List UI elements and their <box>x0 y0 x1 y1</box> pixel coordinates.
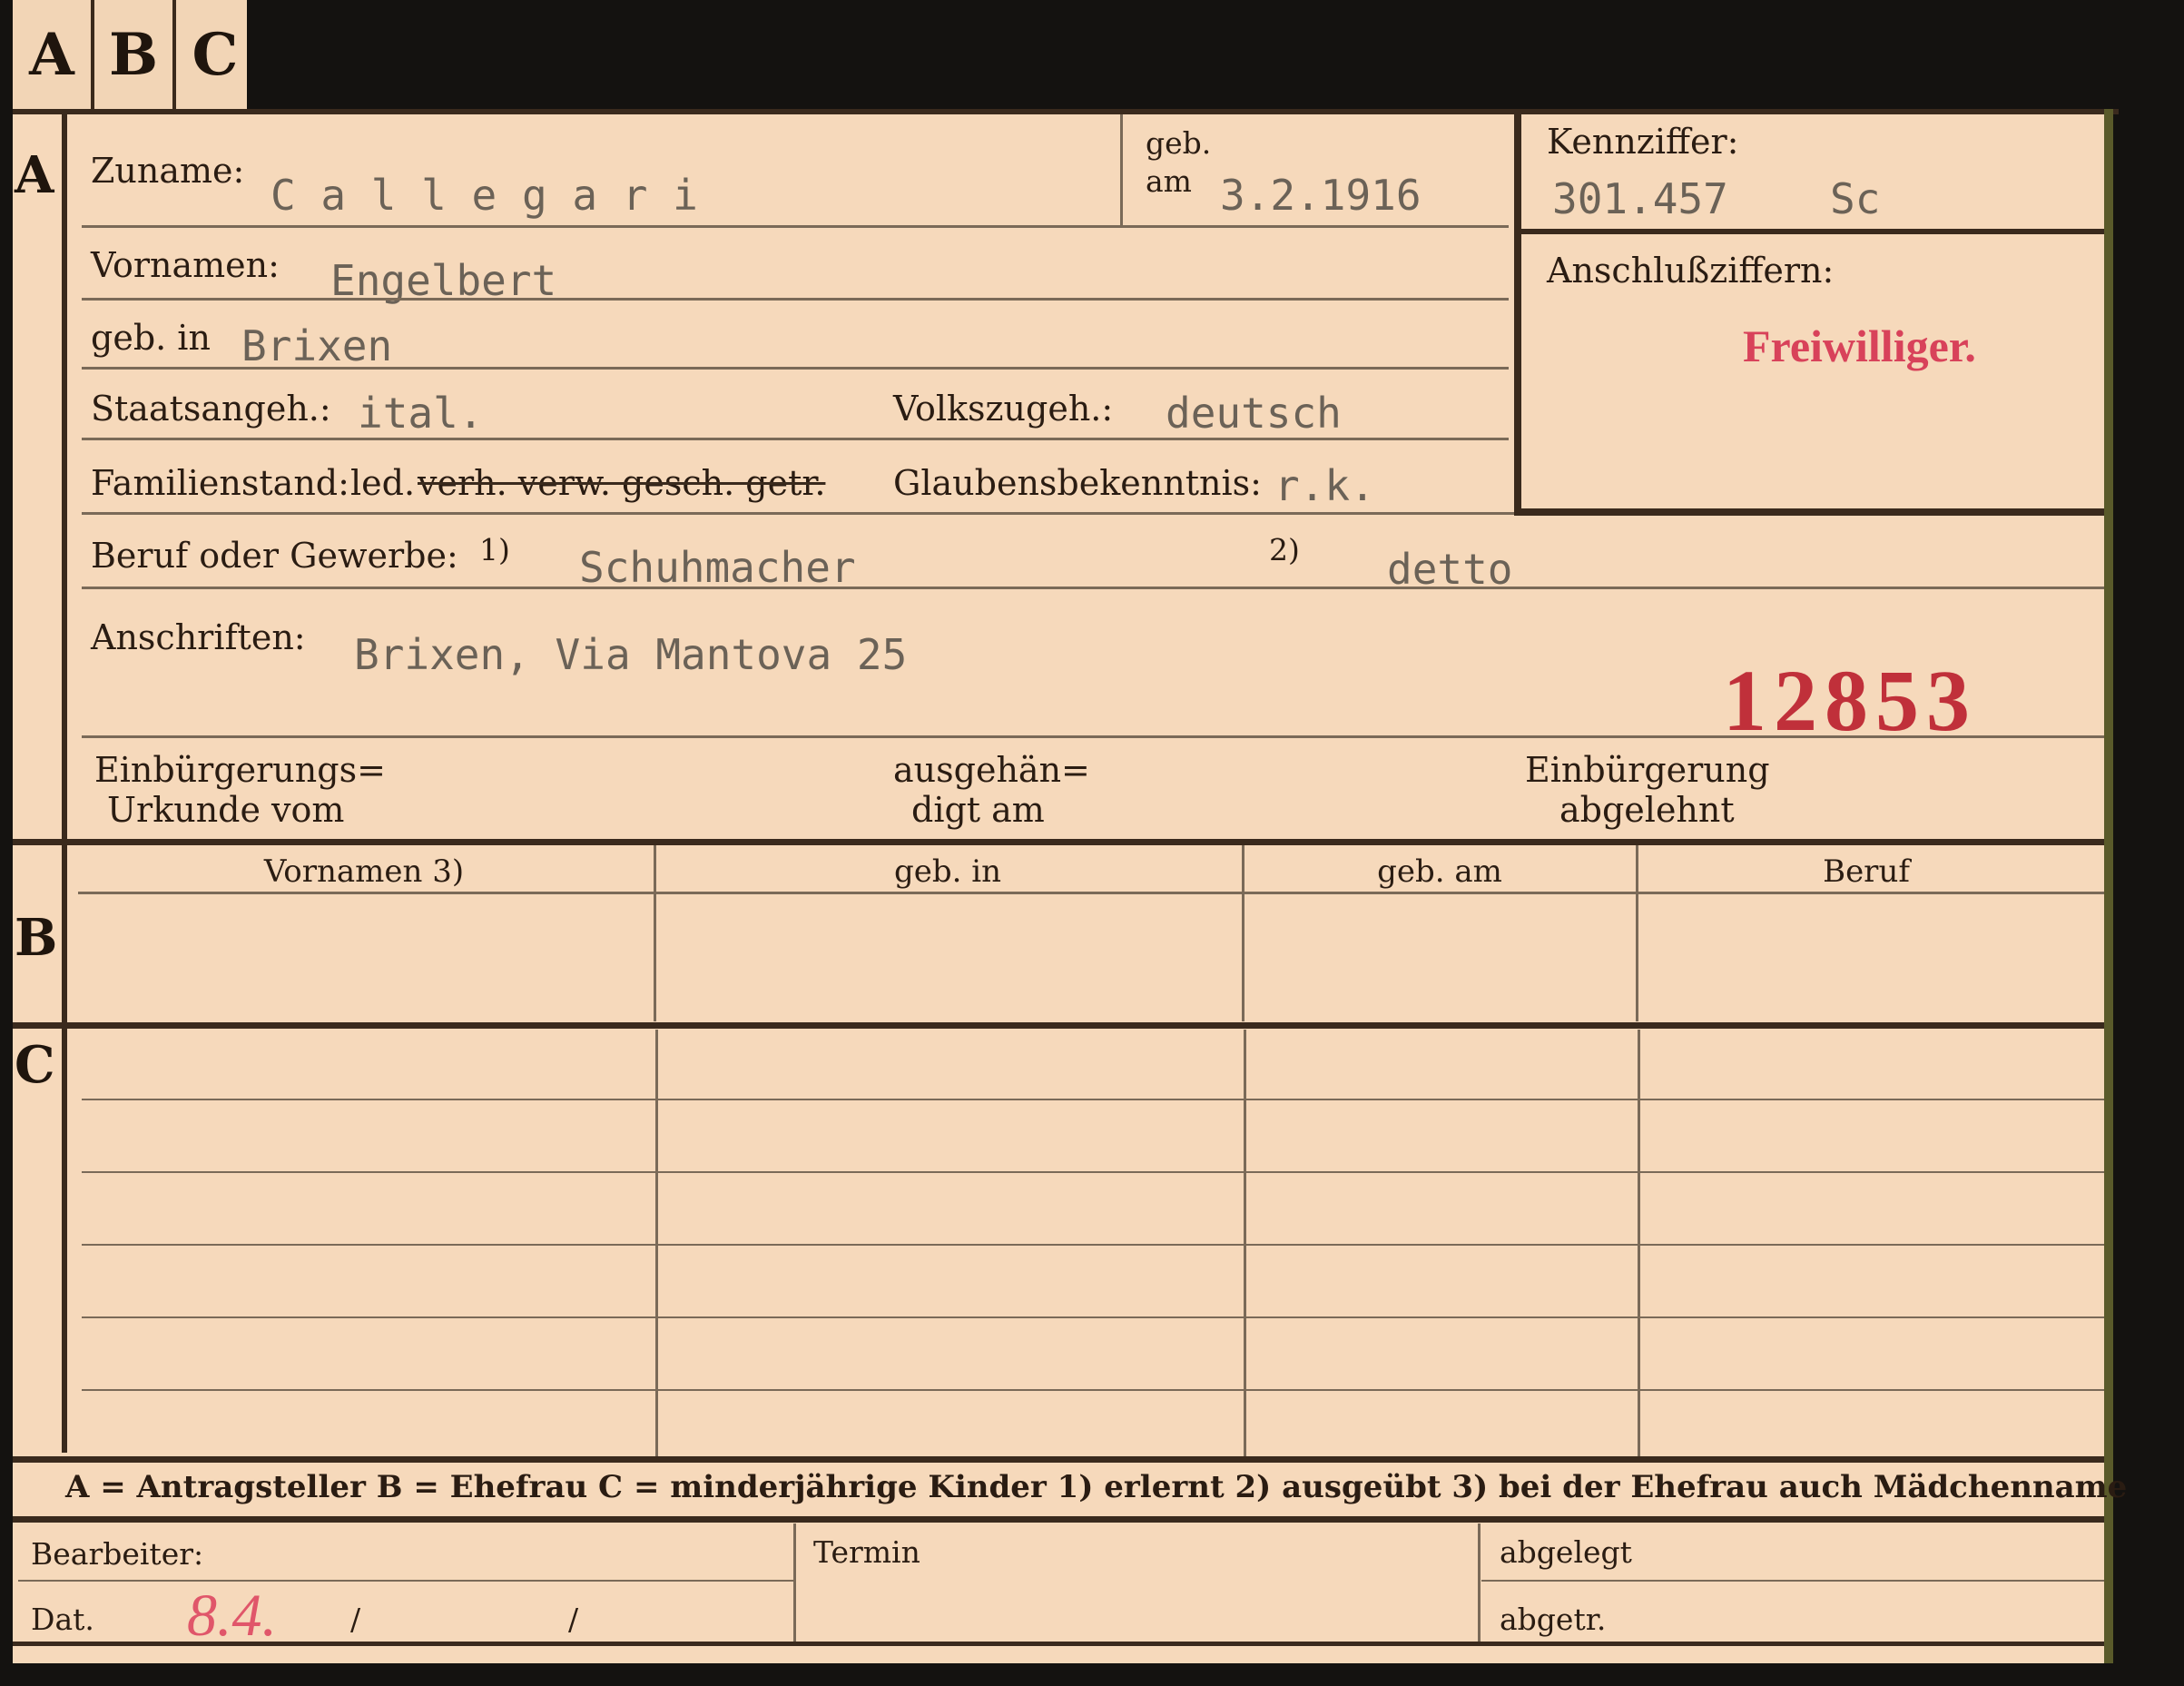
kennziffer-box-left <box>1514 114 1521 516</box>
row-rule-7 <box>82 735 2104 738</box>
col-div-2 <box>1242 845 1244 1021</box>
beruf-erlernt-value: Schuhmacher <box>579 543 856 592</box>
geb-divider <box>1120 114 1123 227</box>
section-c-letter: C <box>15 1035 55 1095</box>
section-b-letter: B <box>15 908 58 968</box>
legend-text: A = Antragsteller B = Ehefrau C = minder… <box>65 1469 2128 1505</box>
row-rule-1 <box>82 225 1509 228</box>
geb-am-value: 3.2.1916 <box>1220 171 1422 220</box>
c-col-div-1 <box>655 1030 658 1456</box>
col-div-1 <box>654 845 656 1021</box>
col-geb-am: geb. am <box>1377 853 1502 890</box>
familienstand-crossed: verh. verw. gesch. getr. <box>418 463 826 503</box>
geb-in-value: Brixen <box>241 321 393 370</box>
tab-b: B <box>94 0 176 111</box>
c-col-div-2 <box>1244 1030 1246 1456</box>
col-geb-in: geb. in <box>893 853 1002 890</box>
col-beruf: Beruf <box>1823 853 1910 890</box>
c-row-rule-5 <box>82 1389 2104 1391</box>
footer-div-2 <box>1478 1523 1481 1645</box>
volkszugeh-value: deutsch <box>1166 389 1342 438</box>
row-rule-2 <box>82 298 1509 301</box>
footer-div-1 <box>793 1523 796 1645</box>
vornamen-label: Vornamen: <box>91 245 280 285</box>
volkszugeh-label: Volkszugeh.: <box>893 389 1114 429</box>
einb-urkunde-label-1: Einbürgerungs= <box>94 750 386 790</box>
row-rule-5 <box>82 512 1514 515</box>
section-c-top-rule <box>13 1022 2104 1029</box>
am-label: am <box>1146 163 1192 199</box>
bearbeiter-label: Bearbeiter: <box>31 1536 204 1572</box>
familienstand-label: Familienstand: <box>91 463 349 503</box>
section-a-letter: A <box>15 145 54 205</box>
tab-c: C <box>192 21 239 89</box>
beruf-note-2: 2) <box>1269 532 1300 567</box>
zuname-label: Zuname: <box>91 151 245 191</box>
anschriften-label: Anschriften: <box>91 617 306 657</box>
c-row-rule-2 <box>82 1171 2104 1173</box>
kennziffer-suffix: Sc <box>1830 174 1881 223</box>
zuname-value: C a l l e g a r i <box>271 171 698 220</box>
footer-left-rule <box>18 1580 793 1582</box>
dat-handwritten: 8.4. <box>187 1582 277 1649</box>
card-bottom-rule <box>13 1642 2104 1646</box>
c-row-rule-4 <box>82 1316 2104 1318</box>
anschlussziffern-label: Anschlußziffern: <box>1547 251 1835 291</box>
beruf-label: Beruf oder Gewerbe: <box>91 536 458 576</box>
einb-abgelehnt-label-1: Einbürgerung <box>1525 750 1770 790</box>
dat-separator-1: / <box>350 1602 361 1637</box>
row-rule-3 <box>82 367 1509 370</box>
section-b-top-rule <box>13 839 2104 845</box>
row-rule-4 <box>82 438 1509 440</box>
row-rule-6 <box>82 587 2104 589</box>
geb-in-label: geb. in <box>91 318 211 358</box>
footer-right-rule <box>1481 1580 2104 1582</box>
c-col-div-3 <box>1638 1030 1640 1456</box>
legend-top-rule <box>13 1456 2104 1463</box>
tab-a: A <box>13 0 94 111</box>
kennziffer-box-divider <box>1521 229 2104 234</box>
familienstand-led: led. <box>350 463 416 503</box>
c-row-rule-3 <box>82 1244 2104 1246</box>
glauben-label: Glaubensbekenntnis: <box>893 463 1262 503</box>
anschrift-value: Brixen, Via Mantova 25 <box>354 630 908 679</box>
dat-label: Dat. <box>31 1602 94 1637</box>
dat-separator-2: / <box>568 1602 579 1637</box>
kennziffer-label: Kennziffer: <box>1547 122 1739 162</box>
freiwilliger-stamp: Freiwilliger. <box>1743 320 1976 371</box>
c-row-rule-1 <box>82 1099 2104 1100</box>
card-top-border <box>13 109 2119 114</box>
section-b-header-rule <box>78 892 2104 894</box>
col-div-3 <box>1636 845 1638 1021</box>
index-tabs: A B C <box>13 0 247 111</box>
legend-bottom-rule <box>13 1516 2104 1523</box>
abgelegt-label: abgelegt <box>1500 1534 1632 1570</box>
col-vornamen: Vornamen 3) <box>263 853 465 890</box>
glauben-value: r.k. <box>1274 461 1375 510</box>
ausgehaendigt-label-1: ausgehän= <box>893 750 1090 790</box>
beruf-note-1: 1) <box>479 532 510 567</box>
kennziffer-box-bottom <box>1514 508 2104 516</box>
ausgehaendigt-label-2: digt am <box>911 790 1045 830</box>
termin-label: Termin <box>813 1534 920 1570</box>
geb-label: geb. <box>1146 125 1212 161</box>
abgetr-label: abgetr. <box>1500 1602 1607 1637</box>
staatsangeh-label: Staatsangeh.: <box>91 389 331 429</box>
kennziffer-value: 301.457 <box>1552 174 1728 223</box>
einb-abgelehnt-label-2: abgelehnt <box>1559 790 1735 830</box>
left-margin-rule <box>62 113 67 1453</box>
staatsangeh-value: ital. <box>358 389 484 438</box>
card-right-border <box>2104 109 2113 1663</box>
einb-urkunde-label-2: Urkunde vom <box>107 790 345 830</box>
